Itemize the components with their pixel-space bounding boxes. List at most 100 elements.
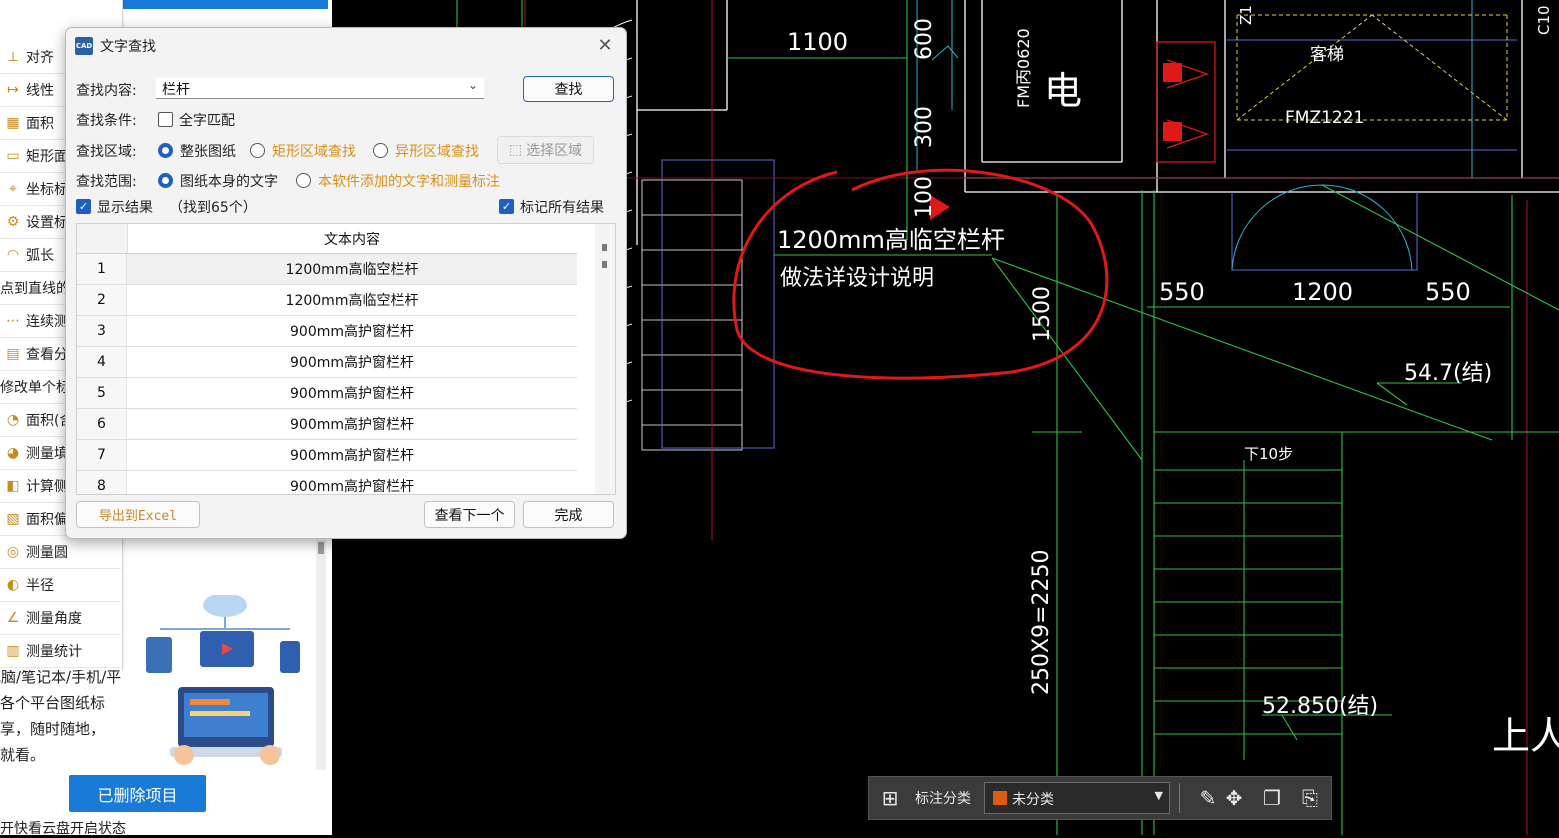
- scroll-thumb[interactable]: [602, 261, 607, 268]
- deleted-items-button[interactable]: 已删除项目: [69, 775, 206, 812]
- row-number: 2: [77, 285, 127, 315]
- edit-icon[interactable]: ✎: [1195, 785, 1221, 811]
- dim-1500: 1500: [1030, 286, 1055, 342]
- category-select[interactable]: 未分类 ▼: [984, 782, 1170, 814]
- menu-item[interactable]: ◎ 测量圆: [0, 535, 121, 569]
- caret-down-icon[interactable]: ▼: [1155, 789, 1163, 802]
- show-results-checkbox[interactable]: ✓: [76, 199, 91, 214]
- table-scrollbar[interactable]: [595, 224, 615, 494]
- area-whole-label[interactable]: 整张图纸: [180, 141, 236, 161]
- select-area-button[interactable]: ⬚ 选择区域: [497, 136, 594, 164]
- area-irregular-label[interactable]: 异形区域查找: [395, 141, 479, 161]
- row-text: 900mm高护窗栏杆: [290, 448, 414, 464]
- table-row[interactable]: 8 900mm高护窗栏杆: [77, 471, 577, 495]
- row-text: 1200mm高临空栏杆: [285, 293, 419, 309]
- table-row[interactable]: 3 900mm高护窗栏杆: [77, 316, 577, 347]
- find-button[interactable]: 查找: [523, 76, 614, 102]
- row-number: 5: [77, 378, 127, 408]
- grid-icon[interactable]: ⊞: [877, 785, 903, 811]
- area-whole-radio[interactable]: [158, 143, 173, 158]
- top-num-label: Z1: [1237, 5, 1255, 25]
- menu-item[interactable]: ∠ 测量角度: [0, 601, 121, 635]
- menu-item-label: 面积: [26, 115, 54, 132]
- found-count: （找到65个）: [169, 200, 257, 216]
- align-icon: ⟂: [8, 48, 18, 65]
- promo-illustration: [140, 593, 310, 770]
- menu-item-label: 面积偏: [26, 511, 68, 528]
- results-table: 文本内容 1 1200mm高临空栏杆 2 1200mm高临空栏杆 3 900mm高护窗栏杆…: [76, 223, 616, 495]
- door2-label: FMZ1221: [1285, 108, 1365, 128]
- scroll-up-arrow[interactable]: [602, 244, 607, 251]
- table-row[interactable]: 4 900mm高护窗栏杆: [77, 347, 577, 378]
- settings-icon: ⚙: [6, 213, 20, 230]
- menu-item-label: 修改单个标: [0, 379, 70, 396]
- mark-all-checkbox[interactable]: ✓: [499, 199, 514, 214]
- row-text: 900mm高护窗栏杆: [290, 479, 414, 495]
- angle-icon: ∠: [6, 609, 20, 626]
- table-row[interactable]: 5 900mm高护窗栏杆: [77, 378, 577, 409]
- promo-scrollbar-thumb[interactable]: [318, 542, 324, 554]
- menu-item[interactable]: ◐ 半径: [0, 568, 121, 602]
- table-header-num: [77, 224, 128, 254]
- dim-1100: 1100: [787, 28, 849, 56]
- copy-icon[interactable]: ❐: [1259, 785, 1285, 811]
- promo-text: 电脑/笔记本/手机/平 各个平台图纸标 享，随时随地， 就看。: [0, 664, 140, 768]
- menu-item-label: 矩形面: [26, 148, 68, 165]
- elevation-52-850: 52.850(结): [1262, 694, 1379, 719]
- promo-line: 享，随时随地，: [0, 720, 106, 738]
- scope-label: 查找范围:: [76, 174, 137, 190]
- close-icon[interactable]: ✕: [594, 34, 616, 56]
- row-number: 7: [77, 440, 127, 470]
- elevator-label: 客梯: [1310, 45, 1344, 65]
- paste-icon[interactable]: ⎘: [1297, 785, 1323, 811]
- menu-item-label: 点到直线的: [0, 280, 70, 297]
- dim-stair: 250X9=2250: [1029, 549, 1054, 695]
- dim-300: 300: [912, 106, 937, 148]
- dim-1200: 1200: [1292, 278, 1354, 306]
- table-row[interactable]: 1 1200mm高临空栏杆: [77, 254, 577, 285]
- dim-600: 600: [912, 18, 937, 60]
- rect-area-icon: ▭: [6, 147, 20, 164]
- menu-item-label: 弧长: [26, 247, 54, 264]
- area-icon: ▦: [6, 114, 20, 131]
- next-result-button[interactable]: 查看下一个: [424, 501, 515, 528]
- promo-line: 就看。: [0, 746, 46, 764]
- menu-item[interactable]: ▥ 测量统计: [0, 634, 121, 668]
- category-color-swatch: [993, 791, 1007, 805]
- promo-scrollbar[interactable]: [316, 540, 326, 770]
- move-icon[interactable]: ✥: [1221, 785, 1247, 811]
- table-row[interactable]: 7 900mm高护窗栏杆: [77, 440, 577, 471]
- area-label: 查找区域:: [76, 144, 137, 160]
- coordinate-icon: ⌖: [9, 180, 17, 197]
- fill-measure-icon: ◕: [6, 444, 20, 461]
- row-number: 3: [77, 316, 127, 346]
- segment-icon: ▤: [6, 345, 20, 362]
- menu-item-label: 测量角度: [26, 610, 82, 627]
- menu-item-label: 对齐: [26, 49, 54, 66]
- done-button[interactable]: 完成: [523, 501, 614, 528]
- mark-all-label[interactable]: 标记所有结果: [520, 197, 604, 217]
- chevron-down-icon[interactable]: ⌄: [468, 78, 478, 92]
- continuous-measure-icon: ⋯: [6, 312, 20, 329]
- scope-added-label[interactable]: 本软件添加的文字和测量标注: [318, 171, 500, 191]
- scope-drawing-radio[interactable]: [158, 173, 173, 188]
- dim-550-left: 550: [1159, 278, 1205, 306]
- scope-added-radio[interactable]: [296, 173, 311, 188]
- table-row[interactable]: 6 900mm高护窗栏杆: [77, 409, 577, 440]
- whole-word-label[interactable]: 全字匹配: [179, 110, 235, 130]
- show-results-label[interactable]: 显示结果: [97, 197, 153, 217]
- area-rect-radio[interactable]: [250, 143, 265, 158]
- annotation-toolbar: ⊞ 标注分类 未分类 ▼ ✎ ✥ ❐ ⎘: [868, 776, 1332, 820]
- area-rect-label[interactable]: 矩形区域查找: [272, 141, 356, 161]
- promo-line: 各个平台图纸标: [0, 694, 106, 712]
- export-excel-button[interactable]: 导出到Excel: [76, 501, 200, 528]
- row-number: 4: [77, 347, 127, 377]
- scope-drawing-label[interactable]: 图纸本身的文字: [180, 171, 278, 191]
- table-row[interactable]: 2 1200mm高临空栏杆: [77, 285, 577, 316]
- toolbar-divider: [1179, 783, 1180, 813]
- row-text: 900mm高护窗栏杆: [290, 417, 414, 433]
- whole-word-checkbox[interactable]: [158, 112, 173, 127]
- search-input[interactable]: 栏杆 ⌄: [156, 78, 484, 99]
- area-irregular-radio[interactable]: [373, 143, 388, 158]
- select-area-icon: ⬚: [508, 142, 523, 158]
